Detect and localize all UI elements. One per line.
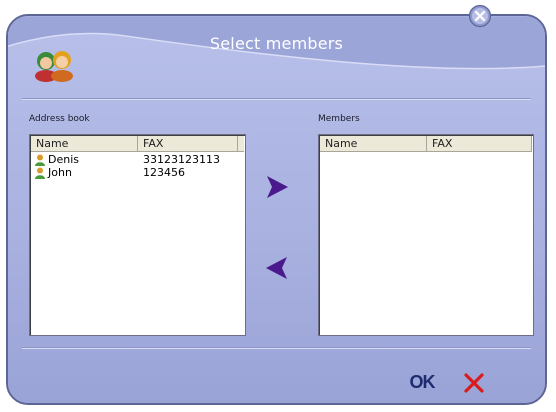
select-members-dialog: Select members Address book Name FAX Den…	[6, 14, 547, 405]
address-book-rows: Denis 33123123113 John 123456	[31, 153, 244, 179]
members-list[interactable]: Name FAX	[318, 134, 534, 336]
address-book-list[interactable]: Name FAX Denis 33123123113 John 123456	[29, 134, 246, 336]
add-member-button[interactable]: arrow-right-icon	[264, 174, 290, 200]
contact-name-cell: Denis	[31, 153, 135, 166]
contact-icon	[35, 154, 45, 166]
address-book-row[interactable]: John 123456	[31, 166, 244, 179]
title-band	[8, 16, 545, 70]
address-book-row[interactable]: Denis 33123123113	[31, 153, 244, 166]
members-col-name[interactable]: Name	[320, 136, 427, 151]
close-button[interactable]: close-icon	[468, 4, 492, 28]
members-header: Name FAX	[320, 136, 532, 152]
group-icon	[35, 51, 73, 82]
contact-icon	[35, 167, 45, 179]
contact-fax: 123456	[143, 166, 185, 179]
contact-name: Denis	[48, 153, 79, 166]
remove-member-button[interactable]: arrow-left-icon	[264, 255, 290, 281]
contact-name-cell: John	[31, 166, 135, 179]
address-book-header: Name FAX	[31, 136, 244, 152]
members-label: Members	[318, 114, 360, 124]
ok-button[interactable]: OK	[408, 371, 436, 393]
top-separator	[22, 98, 531, 100]
bottom-separator	[22, 347, 531, 349]
address-book-col-fax[interactable]: FAX	[138, 136, 238, 151]
members-col-fax[interactable]: FAX	[427, 136, 532, 151]
dialog-title: Select members	[209, 34, 344, 53]
address-book-col-name[interactable]: Name	[31, 136, 138, 151]
contact-name: John	[48, 166, 72, 179]
cancel-button[interactable]: close-x-icon	[463, 372, 485, 394]
address-book-label: Address book	[29, 114, 90, 124]
contact-fax: 33123123113	[143, 153, 220, 166]
